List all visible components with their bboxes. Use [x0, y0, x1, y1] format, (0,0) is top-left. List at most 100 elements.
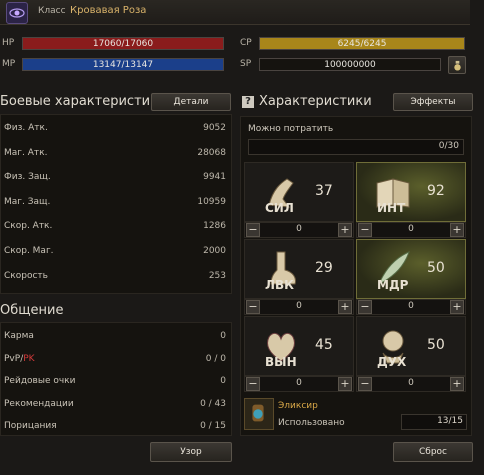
- mp-value: 13147/13147: [92, 59, 154, 70]
- combat-stat-label: Скор. Атк.: [4, 221, 53, 232]
- cp-label: CP: [240, 38, 252, 48]
- combat-stat-label: Физ. Атк.: [4, 123, 48, 133]
- social-label: Рекомендации: [4, 398, 74, 409]
- combat-stat-value: 253: [208, 270, 226, 281]
- potion-icon: [453, 60, 461, 71]
- pvp-label: PvP: [4, 353, 21, 364]
- stat-add-value: 0: [408, 224, 414, 234]
- cp-bar: 6245/6245: [259, 37, 465, 50]
- elixir-used-value: 13/15: [437, 416, 463, 426]
- help-icon[interactable]: ?: [242, 96, 254, 108]
- social-value: 0 / 0: [205, 353, 226, 364]
- combat-stat-value: 10959: [197, 196, 226, 207]
- stat-card: СИЛ 37: [244, 162, 354, 222]
- stat-stepper: 0 − +: [244, 376, 354, 392]
- social-value: 0 / 43: [200, 398, 226, 409]
- stat-minus-button[interactable]: −: [358, 223, 372, 237]
- stat-value: 45: [315, 337, 333, 353]
- stat-stepper: 0 − +: [244, 222, 354, 238]
- social-title: Общение: [0, 303, 64, 318]
- sp-potion-button[interactable]: [448, 56, 466, 74]
- effects-button[interactable]: Эффекты: [393, 93, 473, 111]
- stat-value: 92: [427, 183, 445, 199]
- combat-stat-row: Маг. Защ. 10959: [4, 190, 226, 214]
- pattern-button[interactable]: Узор: [150, 442, 232, 462]
- combat-stat-value: 1286: [203, 221, 226, 232]
- stat-minus-button[interactable]: −: [358, 300, 372, 314]
- pk-label: PK: [23, 353, 35, 364]
- combat-stat-label: Физ. Защ.: [4, 172, 51, 183]
- social-row: Рекомендации 0 / 43: [4, 392, 226, 416]
- combat-stat-value: 9052: [203, 123, 226, 133]
- spend-field: 0/30: [248, 139, 464, 155]
- class-label: Класс: [38, 6, 66, 16]
- stat-stepper: 0 − +: [356, 299, 466, 315]
- hp-value: 17060/17060: [92, 38, 154, 49]
- stat-value: 50: [427, 260, 445, 276]
- stat-stepper: 0 − +: [356, 222, 466, 238]
- stat-minus-button[interactable]: −: [358, 377, 372, 391]
- social-label: Порицания: [4, 421, 57, 431]
- stat-name: ДУХ: [377, 355, 407, 369]
- social-row: Карма 0: [4, 324, 226, 348]
- class-name: Кровавая Роза: [70, 5, 147, 16]
- stat-plus-button[interactable]: +: [338, 377, 352, 391]
- stat-card: ДУХ 50: [356, 316, 466, 376]
- stat-name: ВЫН: [265, 355, 297, 369]
- combat-stat-label: Скорость: [4, 270, 48, 281]
- stat-add-value: 0: [408, 378, 414, 388]
- stat-stepper: 0 − +: [356, 376, 466, 392]
- social-value: 0 / 15: [200, 421, 226, 431]
- combat-stat-row: Скор. Атк. 1286: [4, 214, 226, 238]
- mp-label: MP: [2, 59, 16, 69]
- combat-stat-row: Скор. Маг. 2000: [4, 239, 226, 263]
- combat-stat-row: Скорость 253: [4, 264, 226, 288]
- social-row: Рейдовые очки 0: [4, 369, 226, 393]
- stat-name: ЛВК: [265, 278, 294, 292]
- sp-value: 100000000: [324, 59, 376, 70]
- combat-stat-label: Маг. Защ.: [4, 196, 51, 207]
- reset-button[interactable]: Сброс: [393, 442, 473, 462]
- stat-minus-button[interactable]: −: [246, 377, 260, 391]
- elixir-title: Эликсир: [278, 401, 318, 411]
- stat-add-value: 0: [296, 224, 302, 234]
- stat-card: ИНТ 92: [356, 162, 466, 222]
- characteristics-title: Характеристики: [259, 94, 372, 109]
- details-button[interactable]: Детали: [151, 93, 231, 111]
- stat-minus-button[interactable]: −: [246, 223, 260, 237]
- stat-name: СИЛ: [265, 201, 294, 215]
- combat-stat-value: 2000: [203, 246, 226, 256]
- stat-plus-button[interactable]: +: [450, 377, 464, 391]
- class-emblem-icon: [6, 2, 28, 24]
- stat-name: МДР: [377, 278, 409, 292]
- spend-label: Можно потратить: [248, 124, 334, 134]
- social-label: Карма: [4, 331, 34, 341]
- sp-bar: 100000000: [259, 58, 441, 71]
- stat-card: ВЫН 45: [244, 316, 354, 376]
- stat-plus-button[interactable]: +: [450, 300, 464, 314]
- social-label: Рейдовые очки: [4, 376, 76, 386]
- stat-add-value: 0: [408, 301, 414, 311]
- combat-stat-label: Маг. Атк.: [4, 147, 48, 158]
- stat-card: ЛВК 29: [244, 239, 354, 299]
- combat-stats-title: Боевые характеристики: [0, 94, 167, 109]
- stat-plus-button[interactable]: +: [338, 223, 352, 237]
- stat-plus-button[interactable]: +: [450, 223, 464, 237]
- stat-add-value: 0: [296, 301, 302, 311]
- sp-label: SP: [240, 59, 252, 69]
- hp-bar: 17060/17060: [22, 37, 224, 50]
- combat-stat-value: 28068: [197, 147, 226, 158]
- cp-value: 6245/6245: [337, 38, 387, 49]
- hp-label: HP: [2, 38, 15, 48]
- combat-stat-row: Физ. Атк. 9052: [4, 116, 226, 140]
- stat-plus-button[interactable]: +: [338, 300, 352, 314]
- stat-minus-button[interactable]: −: [246, 300, 260, 314]
- spend-value: 0/30: [438, 141, 459, 151]
- stat-value: 29: [315, 260, 333, 276]
- social-value: 0: [220, 376, 226, 386]
- combat-stat-row: Физ. Защ. 9941: [4, 165, 226, 189]
- social-label: PvP/PK: [4, 354, 35, 364]
- stat-add-value: 0: [296, 378, 302, 388]
- stat-value: 50: [427, 337, 445, 353]
- stat-value: 37: [315, 183, 333, 199]
